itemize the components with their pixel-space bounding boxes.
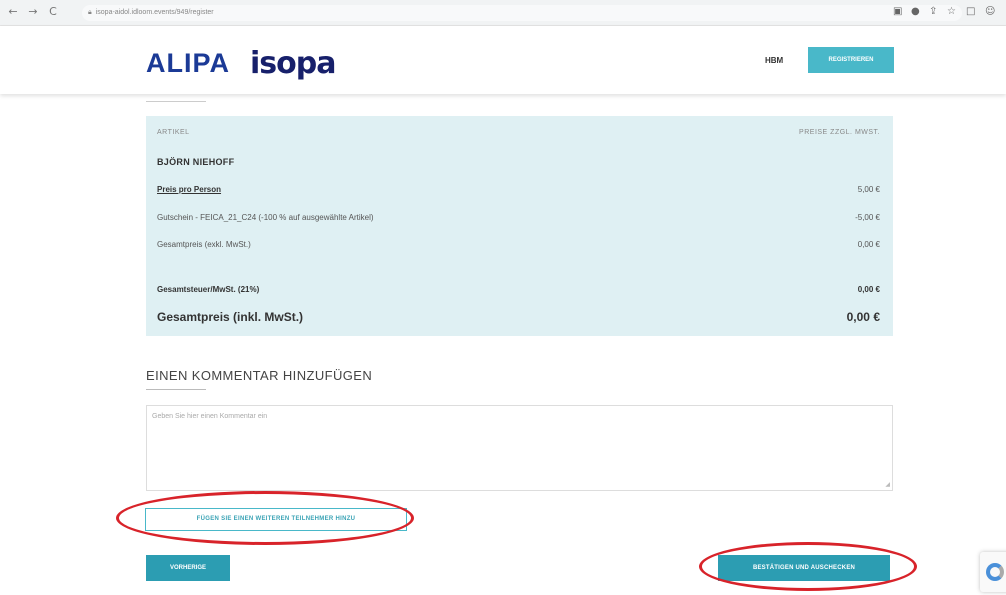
comment-textarea[interactable]: Geben Sie hier einen Kommentar ein ◢ [146, 405, 893, 491]
recaptcha-badge[interactable] [980, 552, 1006, 592]
register-button[interactable]: REGISTRIEREN [808, 47, 894, 73]
line-item-label[interactable]: Preis pro Person [157, 185, 221, 194]
lock-icon: 🔒︎ [88, 9, 92, 16]
nav-link-hbm[interactable]: HBM [765, 56, 783, 65]
alipa-logo[interactable]: ALIPA [146, 48, 230, 79]
url-text: isopa-aidol.idloom.events/949/register [95, 9, 214, 16]
alipa-logo-text: ALIPA [146, 48, 230, 78]
profile-icon[interactable]: ☺ [985, 6, 995, 17]
annotation-ellipse [699, 542, 917, 591]
isopa-logo[interactable]: isopa [250, 46, 336, 81]
total-value: 0,00 € [846, 310, 880, 324]
section-divider [146, 389, 206, 390]
isopa-logo-text: isopa [250, 46, 336, 81]
star-icon[interactable]: ☆ [947, 6, 956, 17]
attendee-name-text: BJÖRN NIEHOFF [157, 157, 235, 167]
tax-value: 0,00 € [857, 285, 880, 294]
previous-button[interactable]: VORHERIGE [146, 555, 230, 581]
line-item-value: 5,00 € [857, 185, 880, 194]
order-summary: ARTIKEL PREISE ZZGL. MWST. BJÖRN NIEHOFF… [146, 116, 893, 336]
section-divider [146, 101, 206, 102]
comment-section-title: EINEN KOMMENTAR HINZUFÜGEN [146, 368, 373, 383]
browser-toolbar: ← → C 🔒︎ isopa-aidol.idloom.events/949/re… [0, 0, 1006, 26]
comment-placeholder: Geben Sie hier einen Kommentar ein [152, 413, 268, 420]
extension-icon[interactable]: ▣ [893, 6, 902, 17]
forward-arrow-icon[interactable]: → [26, 5, 40, 18]
line-item-label: Gutschein - FEICA_21_C24 (-100 % auf aus… [157, 213, 374, 222]
share-icon[interactable]: ⇪ [929, 6, 937, 17]
recaptcha-icon [986, 563, 1004, 581]
annotation-ellipse [116, 491, 414, 545]
back-arrow-icon[interactable]: ← [6, 5, 20, 18]
resize-handle-icon[interactable]: ◢ [885, 481, 890, 488]
location-icon[interactable]: ● [911, 6, 920, 17]
site-header: ALIPA isopa HBM REGISTRIEREN [0, 26, 1006, 94]
tax-label: Gesamtsteuer/MwSt. (21%) [157, 285, 260, 294]
line-item-value: 0,00 € [857, 240, 880, 249]
address-bar[interactable]: 🔒︎ isopa-aidol.idloom.events/949/register [82, 5, 962, 21]
total-label: Gesamtpreis (inkl. MwSt.) [157, 310, 304, 324]
line-item-value: -5,00 € [855, 213, 880, 222]
column-price: PREISE ZZGL. MWST. [799, 129, 880, 136]
line-item-label: Gesamtpreis (exkl. MwSt.) [157, 240, 251, 249]
column-article: ARTIKEL [157, 129, 190, 136]
tab-icon[interactable]: □ [966, 6, 975, 17]
reload-icon[interactable]: C [46, 5, 60, 18]
